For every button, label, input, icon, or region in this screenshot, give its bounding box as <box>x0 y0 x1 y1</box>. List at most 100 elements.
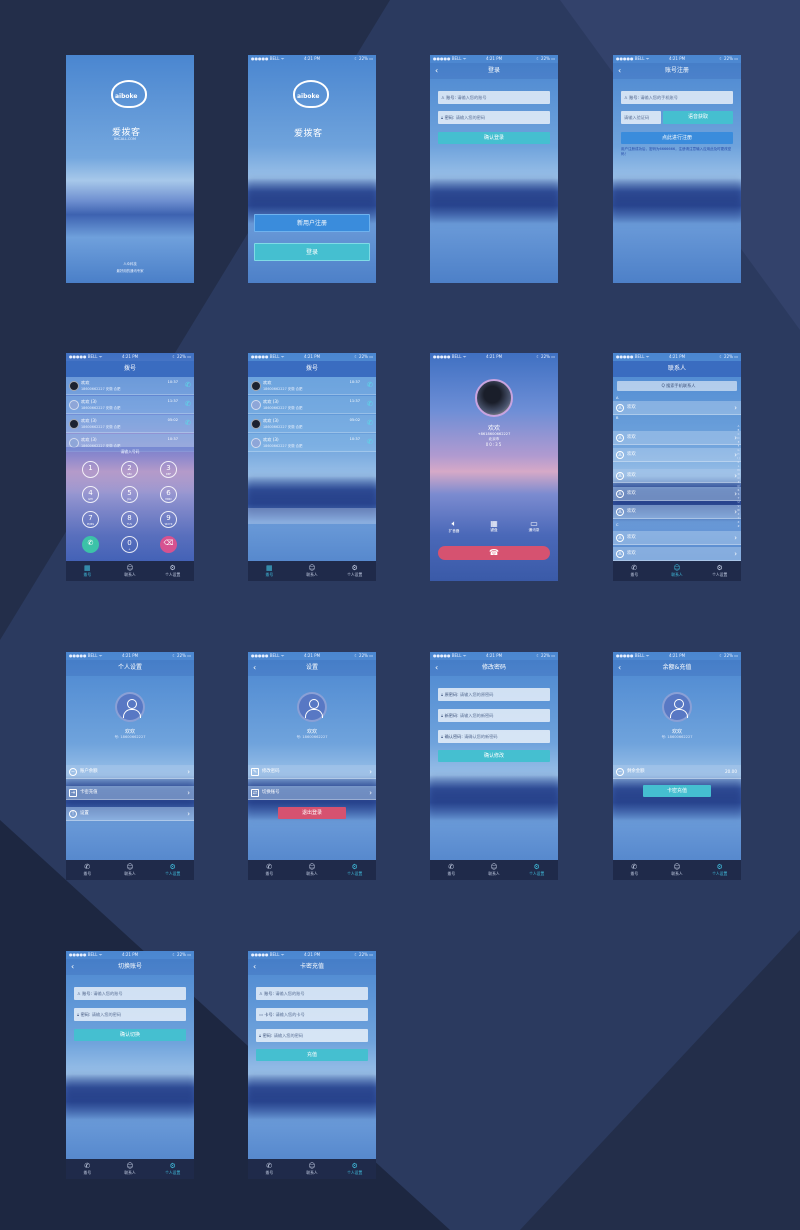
recharge-button[interactable]: 卡密充值 <box>643 785 711 797</box>
keypad-button[interactable]: ▦ 键盘 <box>484 519 504 533</box>
settings-row[interactable]: ! 设置 › <box>66 807 194 821</box>
delete-key[interactable]: ⌫ <box>160 536 177 553</box>
dial-key[interactable]: 9 WXYZ <box>160 511 177 528</box>
phone-icon[interactable]: ✆ <box>185 419 191 427</box>
voice-code-button[interactable]: 语音获取 <box>663 111 733 124</box>
tab-dial[interactable]: ✆ 拨号 <box>66 860 109 880</box>
tab-dial[interactable]: ✆ 拨号 <box>66 1159 109 1179</box>
password-field[interactable]: 🔒︎ 密码: 请输入您的密码 <box>256 1029 368 1042</box>
keypad-toggle-bar[interactable] <box>248 508 376 524</box>
old-password-field[interactable]: 🔒︎ 原密码: 请输入您的原密码 <box>438 688 550 701</box>
hangup-button[interactable]: ☎ <box>438 546 550 560</box>
back-icon[interactable]: ‹ <box>435 63 438 78</box>
change-password-row[interactable]: ✎ 修改密码 › <box>248 765 376 779</box>
back-icon[interactable]: ‹ <box>71 959 74 974</box>
tab-dial[interactable]: ✆ 拨号 <box>430 860 473 880</box>
back-icon[interactable]: ‹ <box>435 660 438 675</box>
avatar[interactable] <box>662 692 692 722</box>
dial-key[interactable]: 2 ABC <box>121 461 138 478</box>
contacts-button[interactable]: ▭ 通讯录 <box>524 519 544 533</box>
dial-key[interactable]: 1 <box>82 461 99 478</box>
tab-settings[interactable]: ⚙ 个人设置 <box>333 1159 376 1179</box>
phone-icon[interactable]: ✆ <box>367 400 373 408</box>
switch-account-row[interactable]: ⇄ 切换账号 › <box>248 786 376 800</box>
back-icon[interactable]: ‹ <box>253 959 256 974</box>
login-button[interactable]: 登录 <box>254 243 370 261</box>
tab-settings[interactable]: ⚙ 个人设置 <box>333 561 376 581</box>
tab-contacts[interactable]: ☺ 联系人 <box>656 860 699 880</box>
call-key[interactable]: ✆ <box>82 536 99 553</box>
tab-dial[interactable]: ✆ 拨号 <box>248 1159 291 1179</box>
tab-settings[interactable]: ⚙ 个人设置 <box>151 561 194 581</box>
tab-settings[interactable]: ⚙ 个人设置 <box>698 860 741 880</box>
password-field[interactable]: 🔒︎ 密码: 请输入您的密码 <box>438 111 550 124</box>
contact-row[interactable]: ♙ 欢欢 › <box>613 531 741 545</box>
contact-search-input[interactable]: Q 搜索手机联系人 <box>617 381 737 391</box>
tab-contacts[interactable]: ☺ 联系人 <box>109 561 152 581</box>
tab-contacts[interactable]: ☺ 联系人 <box>291 1159 334 1179</box>
call-log-row[interactable]: 欢欢 (3) 18600662227 安徽 合肥 10:37 ✆ <box>248 434 376 452</box>
alphabet-index[interactable]: A B C D E F G H I J K L M N O P Q R S T … <box>737 425 740 529</box>
dial-key[interactable]: 0 + <box>121 536 138 553</box>
contact-row[interactable]: ♙ 欢欢 › <box>613 401 741 415</box>
dial-key[interactable]: 8 TUV <box>121 511 138 528</box>
contact-row[interactable]: ♙ 欢欢 › <box>613 431 741 445</box>
tab-dial[interactable]: ✆ 拨号 <box>248 860 291 880</box>
dial-key[interactable]: 7 PQRS <box>82 511 99 528</box>
card-number-field[interactable]: ▭ 卡号: 请输入您的卡号 <box>256 1008 368 1021</box>
confirm-switch-button[interactable]: 确认切换 <box>74 1029 186 1041</box>
tab-dial[interactable]: ✆ 拨号 <box>613 860 656 880</box>
back-icon[interactable]: ‹ <box>253 660 256 675</box>
tab-contacts[interactable]: ☺ 联系人 <box>291 561 334 581</box>
password-field[interactable]: 🔒︎ 密码: 请输入您的密码 <box>74 1008 186 1021</box>
contact-row[interactable]: ♙ 欢欢 › <box>613 448 741 462</box>
tab-contacts[interactable]: ☺ 联系人 <box>109 860 152 880</box>
recharge-submit-button[interactable]: 充值 <box>256 1049 368 1061</box>
confirm-password-field[interactable]: 🔒︎ 确认密码: 请确认您的新密码 <box>438 730 550 743</box>
tab-settings[interactable]: ⚙ 个人设置 <box>151 1159 194 1179</box>
phone-icon[interactable]: ✆ <box>367 419 373 427</box>
card-recharge-row[interactable]: ⇥ 卡密充值 › <box>66 786 194 800</box>
avatar[interactable] <box>297 692 327 722</box>
logout-button[interactable]: 退出登录 <box>278 807 346 819</box>
avatar[interactable] <box>115 692 145 722</box>
call-log-row[interactable]: 欢欢 18600662227 安徽 合肥 10:37 ✆ <box>66 377 194 395</box>
call-log-row[interactable]: 欢欢 (3) 18600662227 安徽 合肥 11:37 ✆ <box>66 396 194 414</box>
account-field[interactable]: ♙ 账号: 请输入您的账号 <box>256 987 368 1000</box>
dial-key[interactable]: 5 JKL <box>121 486 138 503</box>
contact-row[interactable]: ♙ 欢欢 › <box>613 487 741 501</box>
account-field[interactable]: ♙ 账号: 请输入您的手机账号 <box>621 91 733 104</box>
speaker-button[interactable]: 🔈︎ 扩音器 <box>444 519 464 534</box>
back-icon[interactable]: ‹ <box>618 660 621 675</box>
dial-key[interactable]: 6 MNO <box>160 486 177 503</box>
tab-settings[interactable]: ⚙ 个人设置 <box>151 860 194 880</box>
contact-row[interactable]: ♙ 欢欢 › <box>613 469 741 483</box>
tab-contacts[interactable]: ☺ 联系人 <box>656 561 699 581</box>
tab-dial[interactable]: ✆ 拨号 <box>613 561 656 581</box>
account-field[interactable]: ♙ 账号: 请输入您的账号 <box>74 987 186 1000</box>
code-field[interactable]: 请输入验证码 <box>621 111 661 124</box>
dial-key[interactable]: 4 GHI <box>82 486 99 503</box>
call-log-row[interactable]: 欢欢 (3) 18600662227 安徽 合肥 05:02 ✆ <box>248 415 376 433</box>
call-log-row[interactable]: 欢欢 18600662227 安徽 合肥 10:37 ✆ <box>248 377 376 395</box>
dial-key[interactable]: 3 DEF <box>160 461 177 478</box>
tab-contacts[interactable]: ☺ 联系人 <box>291 860 334 880</box>
tab-contacts[interactable]: ☺ 联系人 <box>473 860 516 880</box>
register-submit-button[interactable]: 点此进行注册 <box>621 132 733 144</box>
phone-icon[interactable]: ✆ <box>367 438 373 446</box>
contact-row[interactable]: ♙ 欢欢 › <box>613 505 741 519</box>
tab-settings[interactable]: ⚙ 个人设置 <box>698 561 741 581</box>
tab-dial[interactable]: ▦ 拨号 <box>66 561 109 581</box>
tab-settings[interactable]: ⚙ 个人设置 <box>515 860 558 880</box>
tab-contacts[interactable]: ☺ 联系人 <box>109 1159 152 1179</box>
register-button[interactable]: 新用户注册 <box>254 214 370 232</box>
confirm-change-button[interactable]: 确认修改 <box>438 750 550 762</box>
account-field[interactable]: ♙ 账号: 请输入您的账号 <box>438 91 550 104</box>
confirm-login-button[interactable]: 确认登录 <box>438 132 550 144</box>
back-icon[interactable]: ‹ <box>618 63 621 78</box>
contact-row[interactable]: ♙ 欢欢 › <box>613 547 741 561</box>
phone-icon[interactable]: ✆ <box>185 400 191 408</box>
tab-dial[interactable]: ▦ 拨号 <box>248 561 291 581</box>
tab-settings[interactable]: ⚙ 个人设置 <box>333 860 376 880</box>
balance-row[interactable]: − 账户余额 › <box>66 765 194 779</box>
